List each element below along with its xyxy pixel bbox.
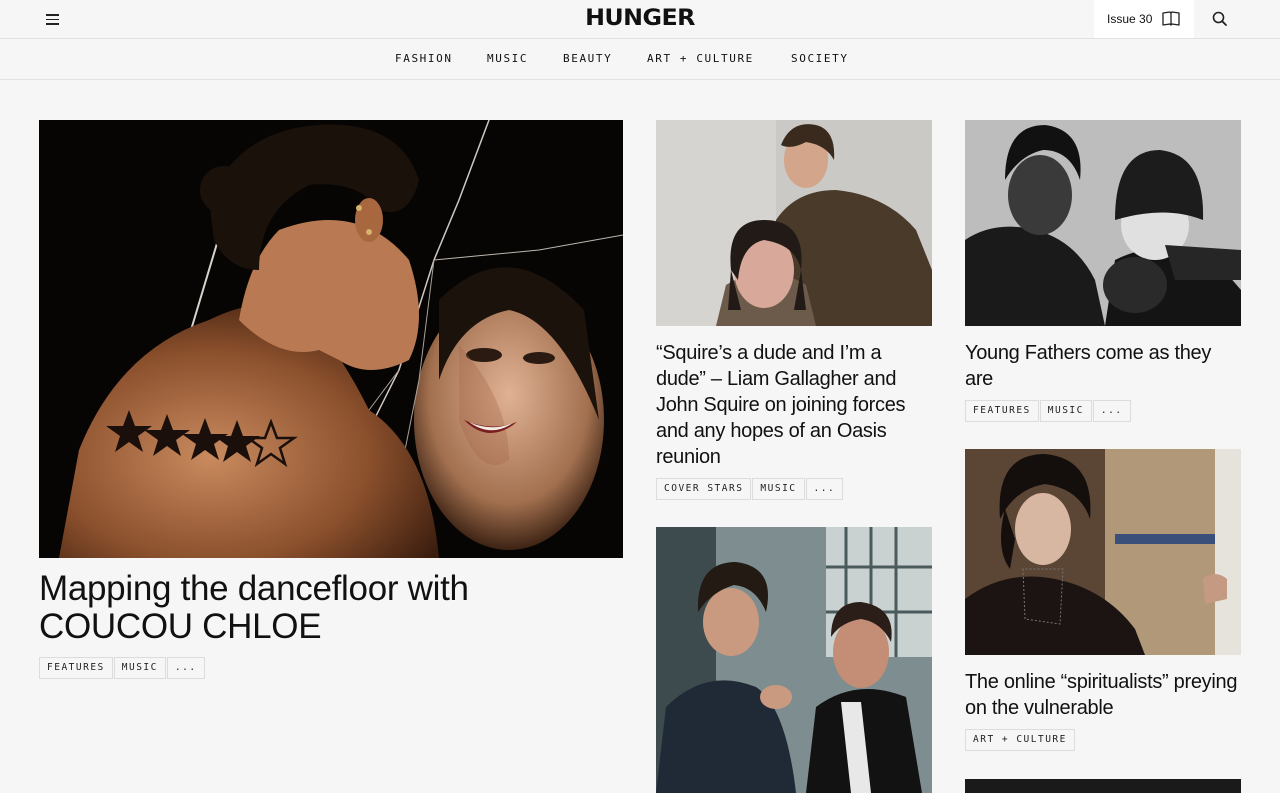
nav-item-society[interactable]: SOCIETY bbox=[791, 52, 849, 65]
tag-cover-stars[interactable]: COVER STARS bbox=[656, 478, 752, 500]
article-headline-main[interactable]: Mapping the dancefloor with COUCOU CHLOE bbox=[39, 570, 599, 646]
nav-item-fashion[interactable]: FASHION bbox=[395, 52, 453, 65]
tag-more[interactable]: ... bbox=[1092, 400, 1131, 422]
article-image-young-fathers[interactable] bbox=[965, 120, 1241, 326]
article-tags-gallagher: COVER STARS MUSIC ... bbox=[656, 478, 844, 500]
article-headline-young-fathers[interactable]: Young Fathers come as they are bbox=[965, 340, 1241, 392]
article-image-film-still[interactable] bbox=[656, 527, 932, 793]
article-image-gallagher[interactable] bbox=[656, 120, 932, 326]
article-headline-gallagher[interactable]: “Squire’s a dude and I’m a dude” – Liam … bbox=[656, 340, 936, 470]
article-headline-spiritualists[interactable]: The online “spiritualists” preying on th… bbox=[965, 669, 1241, 721]
top-bar: HUNGER Issue 30 bbox=[0, 0, 1280, 39]
search-icon[interactable] bbox=[1210, 9, 1230, 29]
category-nav: FASHION MUSIC BEAUTY ART + CULTURE SOCIE… bbox=[0, 39, 1280, 80]
tag-features[interactable]: FEATURES bbox=[965, 400, 1039, 422]
issue-link[interactable]: Issue 30 bbox=[1094, 0, 1194, 38]
hamburger-icon[interactable] bbox=[40, 9, 66, 29]
tag-features[interactable]: FEATURES bbox=[39, 657, 113, 679]
nav-item-beauty[interactable]: BEAUTY bbox=[563, 52, 612, 65]
tag-music[interactable]: MUSIC bbox=[752, 478, 805, 500]
site-logo[interactable]: HUNGER bbox=[575, 6, 705, 32]
tag-more[interactable]: ... bbox=[166, 657, 205, 679]
article-tags-spiritualists: ART + CULTURE bbox=[965, 729, 1076, 751]
article-tags-main: FEATURES MUSIC ... bbox=[39, 657, 206, 679]
tag-music[interactable]: MUSIC bbox=[113, 657, 166, 679]
tag-music[interactable]: MUSIC bbox=[1039, 400, 1092, 422]
article-image-spiritualists[interactable] bbox=[965, 449, 1241, 655]
article-image-next[interactable] bbox=[965, 779, 1241, 793]
nav-item-music[interactable]: MUSIC bbox=[487, 52, 528, 65]
tag-art-culture[interactable]: ART + CULTURE bbox=[965, 729, 1075, 751]
tag-more[interactable]: ... bbox=[805, 478, 844, 500]
book-open-icon bbox=[1162, 11, 1181, 26]
issue-label: Issue 30 bbox=[1107, 12, 1153, 26]
nav-item-art-culture[interactable]: ART + CULTURE bbox=[647, 52, 754, 65]
article-image-main[interactable] bbox=[39, 120, 623, 558]
article-tags-young-fathers: FEATURES MUSIC ... bbox=[965, 400, 1132, 422]
